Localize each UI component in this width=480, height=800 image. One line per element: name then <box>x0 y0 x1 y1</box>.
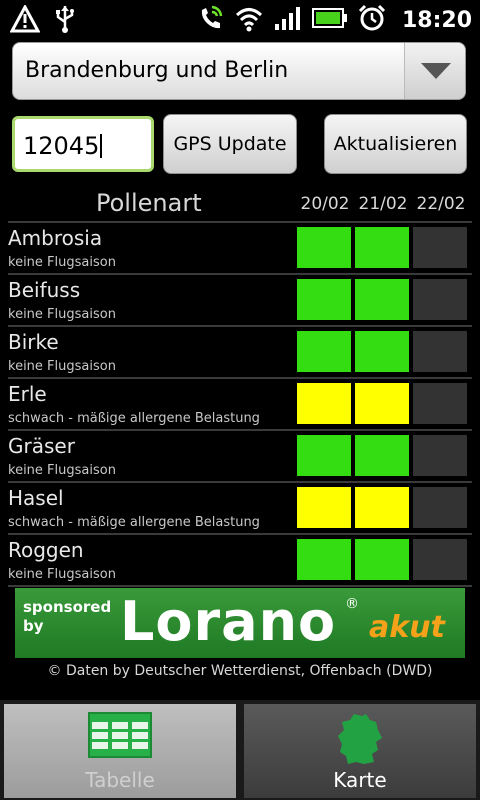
pollen-level-cell <box>297 487 351 528</box>
pollen-name: Beifuss <box>8 278 81 302</box>
region-dropdown-button[interactable] <box>404 43 465 99</box>
pollen-level-cell <box>355 435 409 476</box>
row-divider <box>8 533 472 535</box>
pollen-level-cell <box>413 227 467 268</box>
pollen-level-cell <box>355 331 409 372</box>
refresh-button[interactable]: Aktualisieren <box>324 114 467 174</box>
pollen-level-cell <box>355 279 409 320</box>
pollen-level-cell <box>297 383 351 424</box>
row-divider <box>8 221 472 223</box>
date-header-2: 21/02 <box>358 194 408 214</box>
pollen-name: Ambrosia <box>8 226 103 250</box>
date-header-1: 20/02 <box>300 194 350 214</box>
text-caret <box>100 134 103 158</box>
pollen-description: schwach - mäßige allergene Belastung <box>8 515 260 530</box>
cell-signal-icon <box>274 4 302 36</box>
tab-tabelle-label: Tabelle <box>85 768 155 792</box>
alert-icon <box>9 3 41 37</box>
pollen-name: Roggen <box>8 538 84 562</box>
gps-update-button[interactable]: GPS Update <box>163 114 297 174</box>
pollen-level-cell <box>297 227 351 268</box>
region-select-value: Brandenburg und Berlin <box>25 58 289 83</box>
pollen-name: Hasel <box>8 486 64 510</box>
row-divider <box>8 585 472 587</box>
pollen-name: Birke <box>8 330 59 354</box>
pollen-level-cell <box>297 331 351 372</box>
pollen-level-cell <box>355 487 409 528</box>
pollen-description: keine Flugsaison <box>8 307 116 322</box>
pollen-level-cell <box>297 435 351 476</box>
tab-bar: Tabelle Karte <box>0 700 480 800</box>
sponsor-brand: Lorano <box>120 590 337 653</box>
usb-icon <box>54 4 76 38</box>
data-credits: © Daten by Deutscher Wetterdienst, Offen… <box>47 663 433 679</box>
pollen-level-cell <box>413 435 467 476</box>
pollen-level-cell <box>297 279 351 320</box>
pollen-level-cell <box>413 383 467 424</box>
pollen-level-cell <box>413 487 467 528</box>
pollen-description: keine Flugsaison <box>8 359 116 374</box>
pollen-level-cell <box>413 279 467 320</box>
pollen-description: keine Flugsaison <box>8 463 116 478</box>
pollen-description: keine Flugsaison <box>8 567 116 582</box>
pollen-name: Erle <box>8 382 47 406</box>
sponsored-by-label: sponsored by <box>23 598 112 635</box>
tab-karte-label: Karte <box>333 768 387 792</box>
pollen-level-cell <box>355 539 409 580</box>
zip-input[interactable]: 12045 <box>12 116 154 172</box>
row-divider <box>8 481 472 483</box>
battery-icon <box>311 7 348 33</box>
row-divider <box>8 273 472 275</box>
zip-input-value: 12045 <box>23 132 100 160</box>
status-bar: 18:20 <box>0 0 480 38</box>
germany-map-icon <box>338 714 382 764</box>
table-icon <box>88 712 152 758</box>
status-time: 18:20 <box>401 7 472 33</box>
pollen-level-cell <box>413 331 467 372</box>
pollen-level-cell <box>413 539 467 580</box>
pollen-level-cell <box>355 227 409 268</box>
pollen-level-cell <box>355 383 409 424</box>
pollen-description: keine Flugsaison <box>8 255 116 270</box>
region-select[interactable]: Brandenburg und Berlin <box>12 42 466 100</box>
phone-signal-icon <box>198 4 224 36</box>
pollen-description: schwach - mäßige allergene Belastung <box>8 411 260 426</box>
sponsor-tag: akut <box>369 610 445 645</box>
pollen-level-cell <box>297 539 351 580</box>
tab-karte[interactable]: Karte <box>244 704 476 798</box>
wifi-icon <box>234 4 264 36</box>
pollen-type-header: Pollenart <box>96 189 202 217</box>
date-header-3: 22/02 <box>416 194 466 214</box>
row-divider <box>8 325 472 327</box>
chevron-down-icon <box>421 63 451 79</box>
registered-mark: ® <box>345 596 359 612</box>
row-divider <box>8 429 472 431</box>
pollen-name: Gräser <box>8 434 75 458</box>
sponsor-banner[interactable]: sponsored by Lorano ® akut <box>15 588 465 658</box>
row-divider <box>8 377 472 379</box>
tab-tabelle[interactable]: Tabelle <box>4 704 236 798</box>
alarm-icon <box>358 4 386 36</box>
